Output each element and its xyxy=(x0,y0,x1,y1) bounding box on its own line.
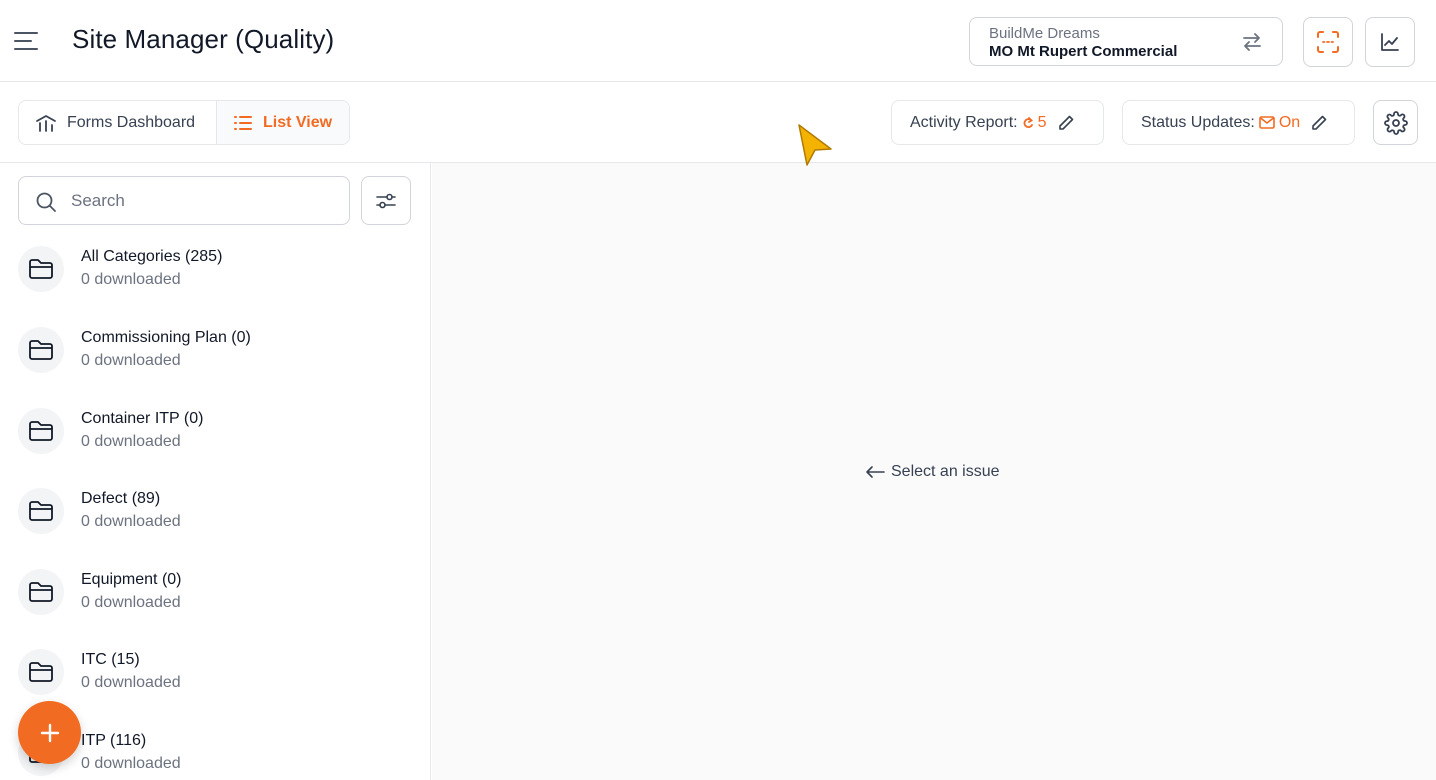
empty-state-text: Select an issue xyxy=(891,463,1000,480)
dashboard-icon xyxy=(36,114,56,132)
category-subtitle: 0 downloaded xyxy=(81,755,181,772)
folder-icon xyxy=(18,408,64,454)
tab-forms-dashboard-label: Forms Dashboard xyxy=(67,113,196,131)
view-switcher: Forms Dashboard List View xyxy=(18,100,350,145)
category-title: Container ITP (0) xyxy=(81,410,204,427)
activity-report-label: Activity Report: xyxy=(910,113,1018,131)
folder-icon xyxy=(18,488,64,534)
search-icon xyxy=(36,192,56,212)
category-title: Equipment (0) xyxy=(81,571,182,588)
category-sidebar: All Categories (285) 0 downloaded Commis… xyxy=(0,163,431,780)
search-field[interactable] xyxy=(18,176,350,225)
activity-report-value: 5 xyxy=(1022,114,1047,132)
tab-forms-dashboard[interactable]: Forms Dashboard xyxy=(19,101,217,144)
folder-icon xyxy=(18,649,64,695)
project-name-label: MO Mt Rupert Commercial xyxy=(989,43,1178,60)
refresh-icon xyxy=(1023,116,1033,128)
activity-report-button[interactable]: Activity Report: 5 xyxy=(891,100,1104,145)
search-input[interactable] xyxy=(71,187,331,215)
scan-icon xyxy=(1317,31,1339,53)
list-item[interactable]: Equipment (0) 0 downloaded xyxy=(18,569,418,639)
settings-button[interactable] xyxy=(1373,100,1418,145)
category-title: ITC (15) xyxy=(81,651,140,668)
category-subtitle: 0 downloaded xyxy=(81,594,181,611)
plus-icon xyxy=(40,723,59,742)
list-item[interactable]: Defect (89) 0 downloaded xyxy=(18,488,418,558)
list-item[interactable]: Commissioning Plan (0) 0 downloaded xyxy=(18,327,418,397)
category-title: Commissioning Plan (0) xyxy=(81,329,251,346)
status-updates-value: On xyxy=(1259,114,1300,132)
tab-list-view[interactable]: List View xyxy=(217,101,349,144)
category-title: ITP (116) xyxy=(81,732,147,749)
empty-state: Select an issue xyxy=(865,463,1000,481)
list-item[interactable]: Container ITP (0) 0 downloaded xyxy=(18,408,418,478)
filter-button[interactable] xyxy=(361,176,411,225)
toolbar: Forms Dashboard List View Activity Repor… xyxy=(0,82,1436,163)
folder-icon xyxy=(18,246,64,292)
folder-icon xyxy=(18,327,64,373)
status-updates-label: Status Updates: xyxy=(1141,113,1255,131)
project-switcher[interactable]: BuildMe Dreams MO Mt Rupert Commercial xyxy=(969,17,1283,66)
folder-icon xyxy=(18,569,64,615)
pencil-icon xyxy=(1312,115,1327,130)
arrow-left-icon xyxy=(866,466,885,478)
category-title: Defect (89) xyxy=(81,490,161,507)
category-subtitle: 0 downloaded xyxy=(81,433,181,450)
project-org-label: BuildMe Dreams xyxy=(989,25,1100,42)
category-subtitle: 0 downloaded xyxy=(81,271,181,288)
filter-sliders-icon xyxy=(376,193,396,208)
gear-icon xyxy=(1383,110,1408,135)
top-bar: Site Manager (Quality) BuildMe Dreams MO… xyxy=(0,0,1436,82)
scan-button[interactable] xyxy=(1303,17,1353,67)
activity-report-count: 5 xyxy=(1037,113,1047,131)
list-icon xyxy=(234,115,252,130)
category-subtitle: 0 downloaded xyxy=(81,674,181,691)
status-updates-state: On xyxy=(1278,113,1301,131)
status-updates-button[interactable]: Status Updates: On xyxy=(1122,100,1355,145)
category-title: All Categories (285) xyxy=(81,248,223,265)
add-button[interactable] xyxy=(18,701,81,764)
category-subtitle: 0 downloaded xyxy=(81,513,181,530)
swap-icon xyxy=(1243,33,1261,51)
list-item[interactable]: ITC (15) 0 downloaded xyxy=(18,649,418,719)
mail-icon xyxy=(1259,116,1275,129)
category-subtitle: 0 downloaded xyxy=(81,352,181,369)
page-title: Site Manager (Quality) xyxy=(72,24,335,54)
analytics-button[interactable] xyxy=(1365,17,1415,67)
menu-icon[interactable] xyxy=(14,30,40,52)
detail-pane: Select an issue xyxy=(432,163,1436,780)
line-chart-icon xyxy=(1381,33,1399,51)
list-item[interactable]: All Categories (285) 0 downloaded xyxy=(18,246,418,316)
tab-list-view-label: List View xyxy=(263,113,333,131)
pencil-icon xyxy=(1058,115,1073,130)
